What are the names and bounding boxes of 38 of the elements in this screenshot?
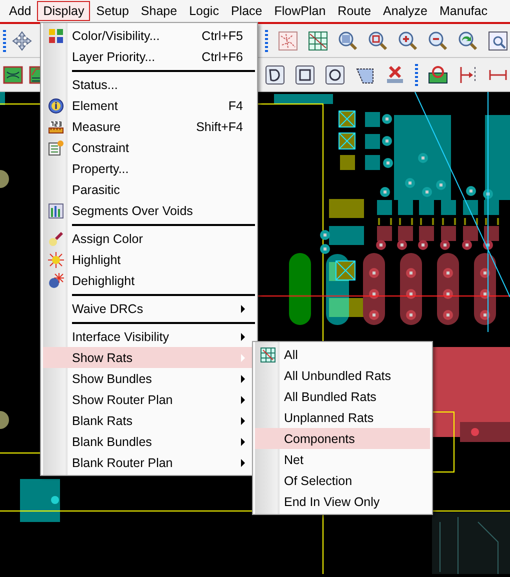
menu-item[interactable]: Property... bbox=[43, 158, 255, 179]
menu-item[interactable]: Interface Visibility bbox=[43, 326, 255, 347]
menu-bar-item[interactable]: FlowPlan bbox=[268, 1, 332, 21]
menu-bar-item[interactable]: Manufac bbox=[434, 1, 494, 21]
menu-item[interactable]: Status... bbox=[43, 74, 255, 95]
menu-item[interactable]: Parasitic bbox=[43, 179, 255, 200]
menu-item[interactable]: Of Selection bbox=[255, 470, 430, 491]
menu-item[interactable]: Assign Color bbox=[43, 228, 255, 249]
menu-item[interactable]: Blank Router Plan bbox=[43, 452, 255, 473]
menu-item[interactable]: All Unbundled Rats bbox=[255, 365, 430, 386]
menu-bar-item[interactable]: Analyze bbox=[377, 1, 434, 21]
menu-bar-item[interactable]: Route bbox=[332, 1, 378, 21]
menu-item[interactable]: Measure Shift+F4 bbox=[43, 116, 255, 137]
menu-item[interactable]: All bbox=[255, 344, 430, 365]
menu-bar-item[interactable]: Logic bbox=[183, 1, 225, 21]
menu-item[interactable]: Show Rats bbox=[43, 347, 255, 368]
menu-item[interactable]: Unplanned Rats bbox=[255, 407, 430, 428]
menu-bar-item[interactable]: Setup bbox=[90, 1, 135, 21]
menu-item[interactable]: End In View Only bbox=[255, 491, 430, 512]
menu-item[interactable]: Segments Over Voids bbox=[43, 200, 255, 221]
menu-item[interactable]: Blank Bundles bbox=[43, 431, 255, 452]
menu-item[interactable]: Highlight bbox=[43, 249, 255, 270]
menu-item[interactable]: Element F4 bbox=[43, 95, 255, 116]
menu-item[interactable]: Dehighlight bbox=[43, 270, 255, 291]
menu-item[interactable]: Components bbox=[255, 428, 430, 449]
menu-item[interactable]: Show Router Plan bbox=[43, 389, 255, 410]
menu-bar-item[interactable]: Display bbox=[37, 1, 90, 21]
menu-bar-item[interactable]: Add bbox=[3, 1, 38, 21]
menu-item[interactable]: Color/Visibility... Ctrl+F5 bbox=[43, 25, 255, 46]
menu-item[interactable]: Blank Rats bbox=[43, 410, 255, 431]
menu-bar-item[interactable]: Place bbox=[224, 1, 268, 21]
menu-item[interactable]: Waive DRCs bbox=[43, 298, 255, 319]
menu-item[interactable]: Constraint bbox=[43, 137, 255, 158]
menu-item[interactable]: All Bundled Rats bbox=[255, 386, 430, 407]
menu-bar-item[interactable]: Shape bbox=[134, 1, 184, 21]
menu-item[interactable]: Net bbox=[255, 449, 430, 470]
menu-item[interactable]: Show Bundles bbox=[43, 368, 255, 389]
menu-item[interactable]: Layer Priority... Ctrl+F6 bbox=[43, 46, 255, 67]
